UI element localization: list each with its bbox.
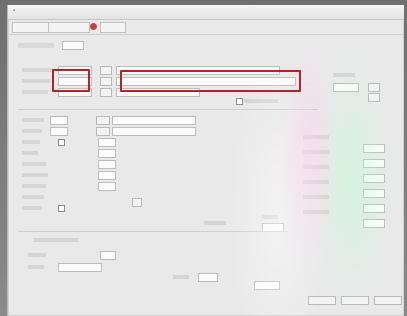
- separator-2: [18, 231, 288, 232]
- right-list-field-2[interactable]: [363, 159, 385, 168]
- group-label-1: [28, 253, 46, 257]
- lower-path-2[interactable]: [112, 127, 196, 136]
- apply-button[interactable]: [374, 296, 402, 305]
- small-button-3[interactable]: [100, 88, 112, 97]
- group-field-1[interactable]: [100, 251, 116, 260]
- row-label-1: [22, 68, 52, 72]
- profile-select[interactable]: [62, 41, 84, 50]
- lower-label-6: [22, 173, 48, 177]
- lower-value-7[interactable]: [98, 182, 116, 191]
- right-list-label-2: [303, 150, 329, 154]
- highlight-box-left: [52, 69, 90, 92]
- lower-checkbox-2[interactable]: [58, 205, 65, 212]
- lower-value-5[interactable]: [98, 160, 116, 169]
- title-bar: ▪: [8, 5, 404, 20]
- toolbar: [8, 20, 404, 35]
- right-list-field-3[interactable]: [363, 174, 385, 183]
- profile-label: [18, 43, 54, 48]
- row-label-3: [22, 90, 48, 94]
- right-list-label-4: [303, 180, 329, 184]
- separator-1: [18, 109, 318, 110]
- small-button-1[interactable]: [100, 66, 112, 75]
- stop-icon[interactable]: [90, 23, 97, 30]
- right-field-1[interactable]: [333, 83, 359, 92]
- lower-value-4[interactable]: [98, 149, 116, 158]
- lower-button-3[interactable]: [132, 198, 142, 207]
- settings-dialog: ▪: [7, 5, 404, 316]
- lower-label-1: [22, 118, 44, 122]
- lower-label-2: [22, 129, 42, 133]
- lower-label-5: [22, 162, 46, 166]
- right-list-label-6: [303, 210, 329, 214]
- lower-label-3: [22, 140, 40, 144]
- toolbar-button-2[interactable]: [48, 22, 90, 33]
- cancel-button[interactable]: [341, 296, 369, 305]
- right-list-field-1[interactable]: [363, 144, 385, 153]
- right-list-field-5[interactable]: [363, 204, 385, 213]
- option-checkbox[interactable]: [236, 98, 243, 105]
- lower-value-6[interactable]: [98, 171, 116, 180]
- lower-path-1[interactable]: [112, 116, 196, 125]
- group-label-3: [173, 275, 189, 279]
- lower-label-7: [22, 184, 46, 188]
- lower-field-1[interactable]: [50, 116, 68, 125]
- group-label-2: [28, 265, 44, 269]
- lower-value-3[interactable]: [98, 138, 116, 147]
- lower-label-4: [22, 151, 38, 155]
- lower-button-1[interactable]: [96, 116, 110, 125]
- option-checkbox-label: [244, 99, 278, 103]
- lower-label-9: [22, 206, 42, 210]
- ok-button[interactable]: [308, 296, 336, 305]
- app-icon: ▪: [13, 8, 16, 14]
- bottom-label-1: [204, 221, 226, 225]
- bottom-label-2: [262, 215, 278, 219]
- right-button-1[interactable]: [368, 83, 380, 92]
- highlight-box-right: [120, 70, 301, 92]
- group-field-2[interactable]: [58, 263, 102, 272]
- right-list-label-5: [303, 195, 329, 199]
- right-label-1: [333, 73, 355, 77]
- group-field-4[interactable]: [254, 281, 280, 290]
- lower-button-2[interactable]: [96, 127, 110, 136]
- right-list-label-1: [303, 135, 329, 139]
- row-label-2: [22, 79, 50, 83]
- group-title: [34, 238, 78, 242]
- right-list-field-6[interactable]: [363, 219, 385, 228]
- lower-checkbox-1[interactable]: [58, 139, 65, 146]
- right-list-label-3: [303, 165, 329, 169]
- photo-background: ▪: [0, 0, 407, 316]
- small-button-2[interactable]: [100, 77, 112, 86]
- toolbar-button-1[interactable]: [12, 22, 50, 33]
- right-button-2[interactable]: [368, 93, 380, 102]
- right-list-field-4[interactable]: [363, 189, 385, 198]
- lower-label-8: [22, 195, 44, 199]
- toolbar-button-3[interactable]: [100, 22, 126, 33]
- lower-field-2[interactable]: [50, 127, 68, 136]
- group-field-3[interactable]: [198, 273, 218, 282]
